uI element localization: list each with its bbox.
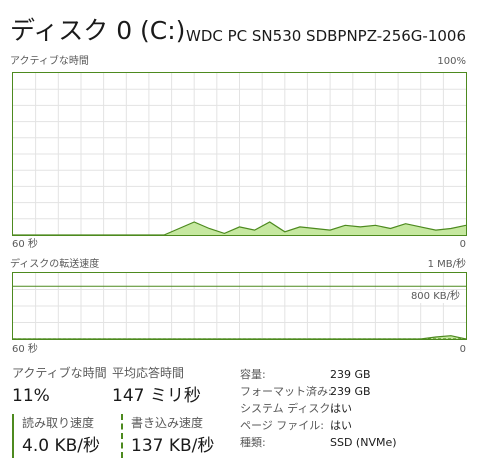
transfer-rate-chart-plot bbox=[13, 273, 466, 339]
transfer-rate-chart: 800 KB/秒 bbox=[12, 272, 467, 340]
page-file-key: ページ ファイル: bbox=[240, 419, 324, 432]
system-disk-value: はい bbox=[330, 402, 352, 415]
type-value: SSD (NVMe) bbox=[330, 436, 397, 449]
transfer-chart-label: ディスクの転送速度 bbox=[10, 259, 100, 270]
system-disk-key: システム ディスク: bbox=[240, 402, 335, 415]
write-speed-legend-bar bbox=[121, 414, 123, 458]
transfer-chart-min-label: 0 bbox=[459, 344, 466, 355]
active-time-chart bbox=[12, 72, 467, 236]
transfer-chart-time-label: 60 秒 bbox=[12, 344, 38, 355]
read-speed-stat-label: 読み取り速度 bbox=[22, 416, 95, 430]
page-file-value: はい bbox=[330, 419, 352, 432]
active-time-stat-label: アクティブな時間 bbox=[12, 366, 107, 380]
write-speed-stat-label: 書き込み速度 bbox=[131, 416, 204, 430]
type-key: 種類: bbox=[240, 436, 266, 449]
active-chart-time-label: 60 秒 bbox=[12, 239, 38, 250]
formatted-key: フォーマット済み: bbox=[240, 385, 332, 398]
capacity-key: 容量: bbox=[240, 368, 266, 381]
capacity-value: 239 GB bbox=[330, 368, 371, 381]
read-speed-stat-value: 4.0 KB/秒 bbox=[22, 436, 100, 456]
active-chart-label: アクティブな時間 bbox=[10, 56, 89, 67]
formatted-value: 239 GB bbox=[330, 385, 371, 398]
avg-response-stat-value: 147 ミリ秒 bbox=[112, 386, 201, 406]
read-speed-legend-bar bbox=[12, 414, 14, 458]
avg-response-stat-label: 平均応答時間 bbox=[112, 366, 185, 380]
transfer-chart-ref-label: 800 KB/秒 bbox=[410, 291, 460, 303]
active-time-chart-plot bbox=[13, 73, 466, 235]
active-chart-min-label: 0 bbox=[459, 239, 466, 250]
active-chart-max-label: 100% bbox=[437, 56, 466, 67]
transfer-chart-max-label: 1 MB/秒 bbox=[427, 259, 466, 270]
active-time-stat-value: 11% bbox=[12, 386, 50, 406]
write-speed-stat-value: 137 KB/秒 bbox=[131, 436, 215, 456]
page-title: ディスク 0 (C:) bbox=[10, 16, 186, 45]
disk-model-name: WDC PC SN530 SDBPNPZ-256G-1006 bbox=[186, 27, 466, 45]
